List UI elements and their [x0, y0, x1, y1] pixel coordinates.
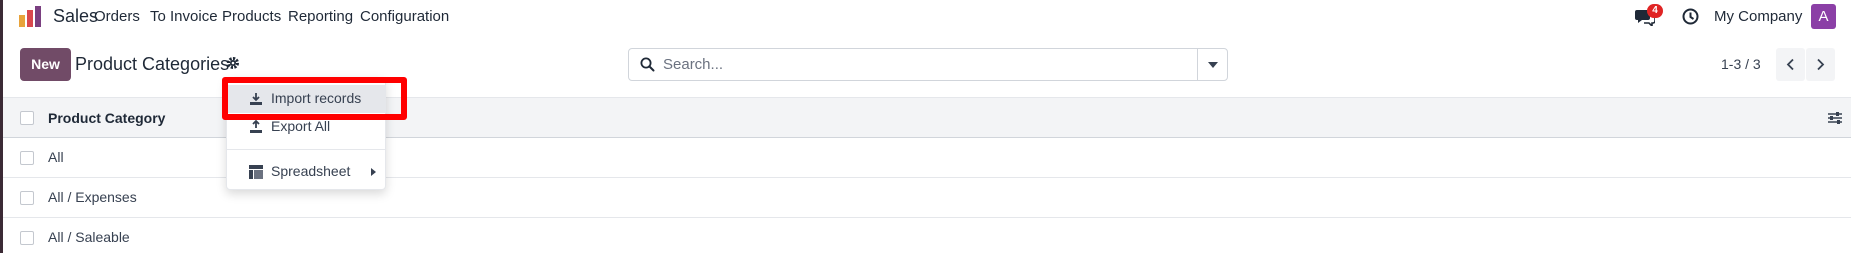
- row-category-name: All: [48, 149, 64, 165]
- menu-item-label: Export All: [271, 118, 331, 134]
- menu-orders[interactable]: Orders: [94, 8, 140, 25]
- search-input[interactable]: [663, 49, 1163, 80]
- app-name[interactable]: Sales: [53, 6, 98, 27]
- pager-previous-button[interactable]: [1776, 48, 1805, 81]
- chevron-left-icon: [1786, 58, 1794, 71]
- search-icon: [640, 57, 655, 72]
- new-button[interactable]: New: [20, 48, 71, 81]
- menu-item-label: Spreadsheet: [271, 163, 351, 179]
- menu-item-import-records[interactable]: Import records: [227, 85, 385, 113]
- company-switcher[interactable]: My Company: [1714, 8, 1802, 25]
- avatar[interactable]: A: [1811, 4, 1836, 29]
- column-header-product-category[interactable]: Product Category: [48, 110, 165, 126]
- search-options-toggle[interactable]: [1197, 49, 1227, 80]
- row-category-name: All / Expenses: [48, 189, 137, 205]
- menu-item-spreadsheet[interactable]: Spreadsheet: [227, 158, 385, 186]
- download-icon: [250, 93, 262, 105]
- chevron-down-icon: [1208, 62, 1218, 68]
- row-category-name: All / Saleable: [48, 229, 130, 245]
- clock-icon[interactable]: [1682, 8, 1699, 25]
- gear-icon[interactable]: [226, 56, 240, 70]
- menu-item-export-all[interactable]: Export All: [227, 113, 385, 141]
- menu-divider: [227, 149, 385, 150]
- top-navbar: Sales Orders To Invoice Products Reporti…: [3, 0, 1851, 34]
- menu-configuration[interactable]: Configuration: [360, 8, 449, 25]
- page-title: Product Categories: [75, 54, 230, 74]
- chevron-right-icon: [1817, 58, 1825, 71]
- row-checkbox[interactable]: [20, 231, 34, 245]
- search-bar: [628, 48, 1228, 81]
- spreadsheet-icon: [249, 165, 263, 179]
- upload-icon: [250, 120, 262, 133]
- row-checkbox[interactable]: [20, 191, 34, 205]
- menu-item-label: Import records: [271, 90, 362, 106]
- menu-products[interactable]: Products: [222, 8, 281, 25]
- sales-logo-icon[interactable]: [19, 6, 41, 27]
- chat-badge: 4: [1647, 4, 1663, 18]
- actions-dropdown-menu: Import records Export All Spreadsheet: [226, 77, 386, 190]
- sliders-icon[interactable]: [1827, 111, 1843, 125]
- table-row[interactable]: All / Saleable: [3, 218, 1851, 253]
- row-checkbox[interactable]: [20, 151, 34, 165]
- pager-next-button[interactable]: [1806, 48, 1835, 81]
- pager-value[interactable]: 1-3 / 3: [1721, 56, 1761, 72]
- caret-right-icon: [371, 168, 376, 176]
- select-all-checkbox[interactable]: [20, 111, 34, 125]
- menu-reporting[interactable]: Reporting: [288, 8, 353, 25]
- menu-to-invoice[interactable]: To Invoice: [150, 8, 218, 25]
